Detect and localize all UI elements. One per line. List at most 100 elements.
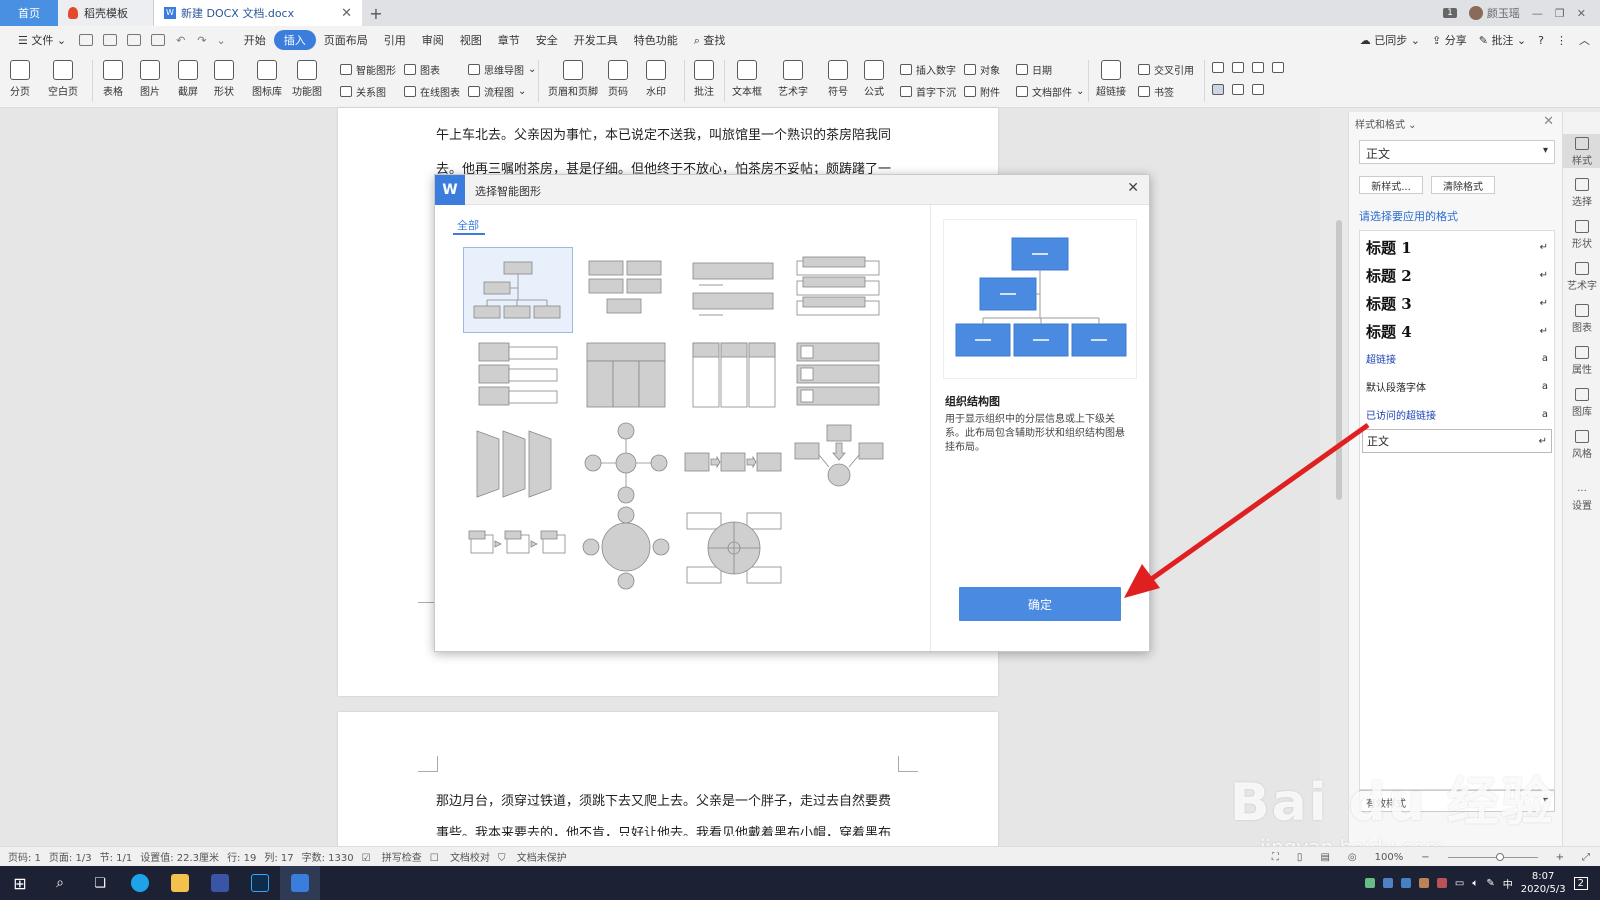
taskbar-wps-writer[interactable]: [280, 866, 320, 900]
minimize-icon[interactable]: —: [1532, 7, 1543, 20]
style-hyperlink[interactable]: 超链接 a: [1366, 351, 1548, 366]
clear-format-button[interactable]: 清除格式: [1431, 176, 1495, 194]
file-menu[interactable]: ☰ 文件 ⌄: [10, 29, 74, 51]
close-window-icon[interactable]: ✕: [1577, 7, 1586, 20]
menu-security[interactable]: 安全: [528, 29, 566, 51]
style-default-font[interactable]: 默认段落字体 a: [1366, 379, 1548, 394]
clock[interactable]: 8:07 2020/5/3: [1521, 870, 1566, 896]
maximize-icon[interactable]: ❐: [1555, 7, 1565, 20]
protect-status[interactable]: ⛉ 文档未保护: [498, 849, 567, 864]
smartart-funnel-process[interactable]: [463, 419, 573, 505]
current-style-select[interactable]: 正文 ▾: [1359, 140, 1555, 164]
menu-start[interactable]: 开始: [236, 29, 274, 51]
hyperlink-button[interactable]: 超链接: [1096, 60, 1126, 98]
status-line[interactable]: 行: 19: [227, 849, 256, 864]
page-view-icon[interactable]: ▤: [1320, 852, 1329, 863]
sidebar-gallery[interactable]: 图库: [1563, 388, 1600, 418]
start-button[interactable]: ⊞: [0, 866, 40, 900]
sidebar-select[interactable]: 选择: [1563, 178, 1600, 208]
form-list-icon[interactable]: [1252, 62, 1264, 73]
smartart-labeled-list[interactable]: [463, 333, 573, 419]
doc-parts-button[interactable]: 文档部件 ⌄: [1016, 84, 1084, 99]
search-menu[interactable]: ⌕ 查找: [686, 29, 734, 51]
smartart-stacked-list[interactable]: [679, 247, 789, 333]
style-heading-1[interactable]: 标题 1 ↵: [1366, 237, 1548, 258]
pen-icon[interactable]: ✎: [1486, 878, 1494, 889]
status-section[interactable]: 节: 1/1: [100, 849, 133, 864]
notification-center[interactable]: 2: [1573, 876, 1588, 890]
text-box-button[interactable]: 文本框: [732, 60, 762, 98]
export-icon[interactable]: [103, 34, 118, 46]
sidebar-wordart[interactable]: 艺术字: [1563, 262, 1600, 292]
task-view-button[interactable]: ❏: [80, 866, 120, 900]
blank-page-button[interactable]: 空白页: [48, 60, 78, 98]
scrollbar-thumb[interactable]: [1336, 220, 1342, 500]
network-icon[interactable]: ▭: [1455, 878, 1464, 889]
comment-button[interactable]: ✎ 批注 ⌄: [1479, 32, 1526, 48]
form-protect-icon[interactable]: [1252, 84, 1264, 95]
flow-chart-button[interactable]: 流程图 ⌄: [468, 84, 526, 99]
status-column[interactable]: 列: 17: [264, 849, 293, 864]
table-button[interactable]: 表格: [103, 60, 123, 98]
smartart-converging-arrows[interactable]: [787, 419, 897, 505]
page-break-button[interactable]: 分页: [10, 60, 30, 98]
style-heading-3[interactable]: 标题 3 ↵: [1366, 293, 1548, 314]
mind-map-button[interactable]: 思维导图 ⌄: [468, 62, 536, 77]
tray-app-icon[interactable]: [1436, 878, 1447, 888]
share-button[interactable]: ⇪ 分享: [1432, 32, 1467, 48]
fullscreen-icon[interactable]: ⛶: [1272, 852, 1279, 863]
style-heading-2[interactable]: 标题 2 ↵: [1366, 265, 1548, 286]
sidebar-theme[interactable]: 风格: [1563, 430, 1600, 460]
zoom-in-icon[interactable]: +: [1556, 852, 1564, 863]
sidebar-shape[interactable]: 形状: [1563, 220, 1600, 250]
menu-page-layout[interactable]: 页面布局: [316, 29, 376, 51]
form-checkbox-icon[interactable]: [1232, 62, 1244, 73]
new-tab-button[interactable]: +: [362, 0, 390, 26]
date-button[interactable]: 日期: [1016, 62, 1052, 77]
tab-document[interactable]: W 新建 DOCX 文档.docx ✕: [154, 0, 362, 26]
online-chart-button[interactable]: 在线图表: [404, 84, 460, 99]
style-normal[interactable]: 正文 ↵: [1362, 429, 1552, 453]
object-button[interactable]: 对象: [964, 62, 1000, 77]
menu-references[interactable]: 引用: [376, 29, 414, 51]
help-icon[interactable]: ?: [1538, 34, 1544, 47]
tab-templates[interactable]: 稻壳模板: [58, 0, 154, 26]
proofread-button[interactable]: ☐ 文档校对: [430, 849, 490, 864]
zoom-level[interactable]: 100%: [1375, 852, 1404, 863]
design-mode-icon[interactable]: [1212, 84, 1224, 95]
new-style-button[interactable]: 新样式...: [1359, 176, 1423, 194]
redo-icon[interactable]: ↷: [197, 34, 206, 47]
print-icon[interactable]: [127, 34, 142, 46]
document-page-2[interactable]: 那边月台，须穿过铁道，须跳下去又爬上去。父亲是一个胖子，走过去自然要费 事些。我…: [338, 712, 998, 852]
smartart-hierarchy-list[interactable]: [571, 247, 681, 333]
picture-button[interactable]: 图片: [140, 60, 160, 98]
smartart-cycle-matrix[interactable]: [679, 505, 789, 591]
cross-reference-button[interactable]: 交叉引用: [1138, 62, 1194, 77]
sidebar-styles[interactable]: 样式: [1563, 134, 1600, 168]
menu-special[interactable]: 特色功能: [626, 29, 686, 51]
save-icon[interactable]: [79, 34, 94, 46]
word-art-button[interactable]: 艺术字: [778, 60, 808, 98]
menu-insert[interactable]: 插入: [273, 30, 316, 50]
sidebar-settings[interactable]: ··· 设置: [1563, 486, 1600, 512]
taskbar-photoshop[interactable]: [240, 866, 280, 900]
reading-mode-icon[interactable]: ▯: [1297, 852, 1303, 863]
fit-page-icon[interactable]: ⤢: [1582, 852, 1590, 863]
smartart-column-list[interactable]: [679, 333, 789, 419]
tray-app-icon[interactable]: [1382, 878, 1393, 888]
form-properties-icon[interactable]: [1232, 84, 1244, 95]
chart-button[interactable]: 图表: [404, 62, 440, 77]
collapse-ribbon-icon[interactable]: ︿: [1579, 32, 1590, 48]
insert-number-button[interactable]: 插入数字: [900, 62, 956, 77]
tray-app-icon[interactable]: [1418, 878, 1429, 888]
symbol-button[interactable]: 符号: [828, 60, 848, 98]
sync-status[interactable]: ☁ 已同步 ⌄: [1360, 32, 1420, 48]
styles-panel-title[interactable]: 样式和格式 ⌄: [1355, 116, 1417, 131]
dialog-header[interactable]: W 选择智能图形 ✕: [435, 175, 1149, 205]
close-dialog-icon[interactable]: ✕: [1127, 180, 1139, 196]
smartart-basic-process[interactable]: [679, 419, 789, 505]
taskbar-explorer[interactable]: [160, 866, 200, 900]
style-heading-4[interactable]: 标题 4 ↵: [1366, 321, 1548, 342]
tab-home[interactable]: 首页: [0, 0, 58, 26]
smartart-radial-cycle[interactable]: [571, 419, 681, 505]
